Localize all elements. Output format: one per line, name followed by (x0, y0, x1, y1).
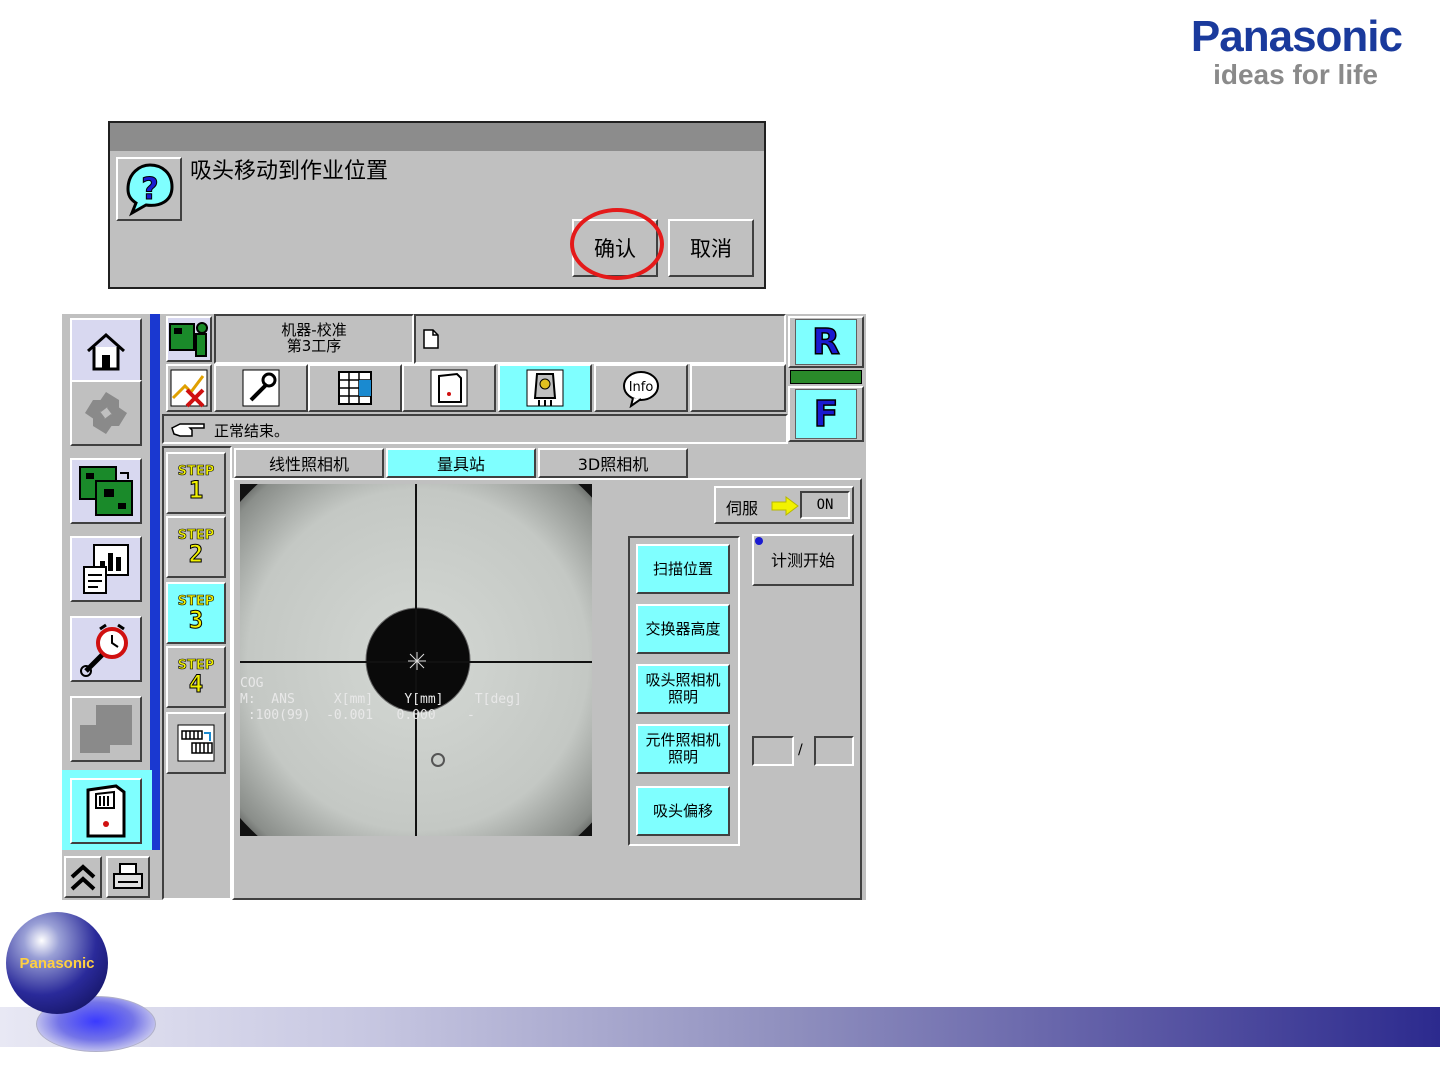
svg-text:?: ? (141, 172, 158, 207)
home-icon (87, 332, 125, 371)
circuit-board-icon (79, 466, 133, 516)
camera-view: COG M: ANS X[mm] Y[mm] T[deg] :100(99) -… (240, 484, 592, 836)
camera-frame-icon (430, 369, 468, 407)
info-label: Info (629, 380, 654, 395)
cycle-cell (62, 374, 152, 452)
file-display (414, 314, 786, 364)
head-offset-button[interactable]: 吸头偏移 (636, 786, 730, 836)
tab-info[interactable]: Info (594, 364, 688, 412)
step-4-number: 4 (188, 669, 204, 698)
step-2-button[interactable]: STEP 2 (166, 516, 226, 578)
indicator-strip (790, 370, 862, 384)
printer-icon (113, 863, 143, 889)
alarm-wrench-icon (80, 623, 128, 677)
subtab-3d-camera[interactable]: 3D照相机 (538, 448, 688, 478)
operator-button[interactable] (166, 316, 212, 362)
machine-icon (86, 784, 126, 838)
highlight-circle (570, 208, 664, 280)
r-label: R (795, 319, 857, 365)
info-icon: Info (623, 371, 659, 408)
cycle-icon (85, 392, 127, 434)
machine-button[interactable] (70, 778, 142, 844)
document-icon (423, 329, 439, 349)
tab-calibration[interactable] (498, 364, 592, 412)
dialog-message: 吸头移动到作业位置 (190, 159, 389, 184)
feeder-icon (177, 724, 215, 762)
left-toolbar (62, 314, 160, 900)
report-chart-icon (83, 544, 129, 594)
tab-camera-setup[interactable] (402, 364, 496, 412)
operator-board-icon (169, 322, 208, 357)
scan-position-button[interactable]: 扫描位置 (636, 544, 730, 594)
machine-cell (62, 770, 152, 850)
step-2-number: 2 (188, 539, 204, 568)
page-total-field[interactable] (814, 736, 854, 766)
subtab-gauge-station[interactable]: 量具站 (386, 448, 536, 478)
maintenance-button[interactable] (70, 616, 142, 682)
header-line2: 第3工序 (286, 337, 342, 355)
step-1-button[interactable]: STEP 1 (166, 452, 226, 514)
header-title: 机器-校准 第3工序 (214, 314, 414, 364)
report-button[interactable] (70, 536, 142, 602)
lock-indicator-icon (755, 537, 763, 545)
footer-gradient-bar (0, 1007, 1440, 1047)
error-button[interactable] (166, 364, 212, 412)
step-4-button[interactable]: STEP 4 (166, 646, 226, 708)
pointing-hand-icon (171, 423, 205, 437)
tab-empty (690, 364, 786, 412)
app-window: 机器-校准 第3工序 R F Info 正常结束。 STEP 1 STEP 2 … (62, 314, 866, 900)
f-label: F (795, 389, 857, 439)
disabled-button[interactable] (70, 696, 142, 762)
error-graph-icon (170, 369, 208, 408)
status-bar: 正常结束。 (162, 414, 788, 444)
brand-logo: Panasonic ideas for life (1190, 12, 1403, 90)
servo-panel: 伺服 ON (714, 486, 854, 524)
cancel-button[interactable]: 取消 (668, 219, 754, 277)
changer-height-button[interactable]: 交换器高度 (636, 604, 730, 654)
servo-toggle[interactable]: ON (800, 491, 850, 519)
page-current-field[interactable] (752, 736, 794, 766)
status-message: 正常结束。 (214, 422, 290, 440)
confirm-dialog: ? 吸头移动到作业位置 确认 取消 (108, 121, 766, 289)
camera-row-labels: M: ANS X[mm] Y[mm] T[deg] (240, 692, 522, 707)
cycle-button[interactable] (70, 380, 142, 446)
part-camera-light-button[interactable]: 元件照相机 照明 (636, 724, 730, 774)
maint-cell (62, 610, 152, 688)
calibration-head-icon (526, 369, 564, 407)
grid-table-icon (338, 371, 372, 405)
camera-image (240, 484, 592, 836)
subtab-line-camera[interactable]: 线性照相机 (234, 448, 384, 478)
board-button[interactable] (70, 458, 142, 524)
arrow-right-icon (771, 496, 799, 516)
bottom-tools (62, 854, 152, 900)
scroll-up-button[interactable] (64, 856, 102, 898)
brand-tagline: ideas for life (1213, 59, 1378, 90)
blank-cell (62, 690, 152, 768)
r-button[interactable]: R (788, 316, 864, 368)
question-icon: ? (116, 157, 182, 221)
measure-start-button[interactable]: 计测开始 (752, 534, 854, 586)
page-separator: / (798, 742, 803, 758)
brand-name: Panasonic (1190, 12, 1403, 61)
camera-row-values: :100(99) -0.001 0.000 - (240, 708, 475, 723)
f-button[interactable]: F (788, 386, 864, 442)
feeder-button[interactable] (166, 712, 226, 774)
orb-brand-text: Panasonic (19, 955, 95, 972)
servo-label: 伺服 (726, 499, 759, 518)
print-button[interactable] (106, 856, 150, 898)
tab-grid[interactable] (308, 364, 402, 412)
step-3-number: 3 (188, 605, 204, 634)
board-cell (62, 452, 152, 530)
dialog-titlebar[interactable] (110, 123, 764, 151)
report-cell (62, 530, 152, 608)
camera-cog-label: COG (240, 676, 264, 691)
header-line1: 机器-校准 (281, 321, 347, 339)
step-3-button[interactable]: STEP 3 (166, 582, 226, 644)
tab-tools[interactable] (214, 364, 308, 412)
head-camera-light-button[interactable]: 吸头照相机 照明 (636, 664, 730, 714)
blank-window-icon (80, 705, 132, 753)
double-chevron-up-icon (70, 864, 96, 891)
wrench-icon (242, 369, 280, 407)
step-1-number: 1 (188, 475, 204, 504)
